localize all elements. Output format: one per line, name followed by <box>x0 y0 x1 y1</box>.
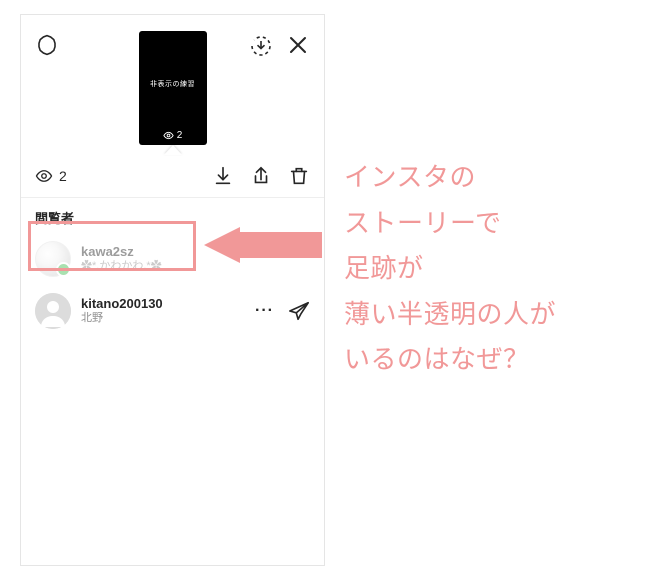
annotation-caption: インスタの ストーリーで 足跡が 薄い半透明の人が いるのはなぜ？ <box>344 155 644 383</box>
trash-icon[interactable] <box>288 165 310 187</box>
thumbnail-pointer <box>164 145 182 155</box>
viewer-count-number: 2 <box>59 168 67 184</box>
caption-line: 薄い半透明の人が <box>344 299 556 329</box>
close-icon[interactable] <box>284 31 312 59</box>
caption-line: インスタの <box>344 162 476 192</box>
caption-line: 足跡が <box>344 253 424 283</box>
caption-line: いるのはなぜ？ <box>344 344 530 374</box>
send-message-icon[interactable] <box>288 300 310 322</box>
story-thumbnail[interactable]: 非表示の練習 2 <box>139 31 207 145</box>
viewer-display-name: 北野 <box>81 312 245 326</box>
story-action-bar: 2 <box>21 155 324 198</box>
online-indicator <box>56 262 71 277</box>
viewer-count[interactable]: 2 <box>35 167 67 185</box>
story-thumbnail-title: 非表示の練習 <box>139 79 207 89</box>
viewer-display-name: ✿*.かわかわ.*✿ <box>81 260 310 274</box>
avatar[interactable] <box>35 293 71 329</box>
avatar[interactable] <box>35 241 71 277</box>
story-thumbnail-views: 2 <box>139 130 207 141</box>
phone-screen: 非表示の練習 2 2 <box>20 14 325 566</box>
share-icon[interactable] <box>250 165 272 187</box>
download-icon[interactable] <box>212 165 234 187</box>
settings-icon[interactable] <box>35 33 59 57</box>
story-header: 非表示の練習 2 <box>21 15 324 145</box>
viewers-section-title: 閲覧者 <box>21 198 324 233</box>
save-story-icon[interactable] <box>248 33 274 59</box>
more-options-icon[interactable]: ··· <box>255 302 274 320</box>
viewer-row[interactable]: kitano200130 北野 ··· <box>21 285 324 337</box>
caption-line: ストーリーで <box>344 208 501 238</box>
viewer-username: kitano200130 <box>81 296 245 312</box>
